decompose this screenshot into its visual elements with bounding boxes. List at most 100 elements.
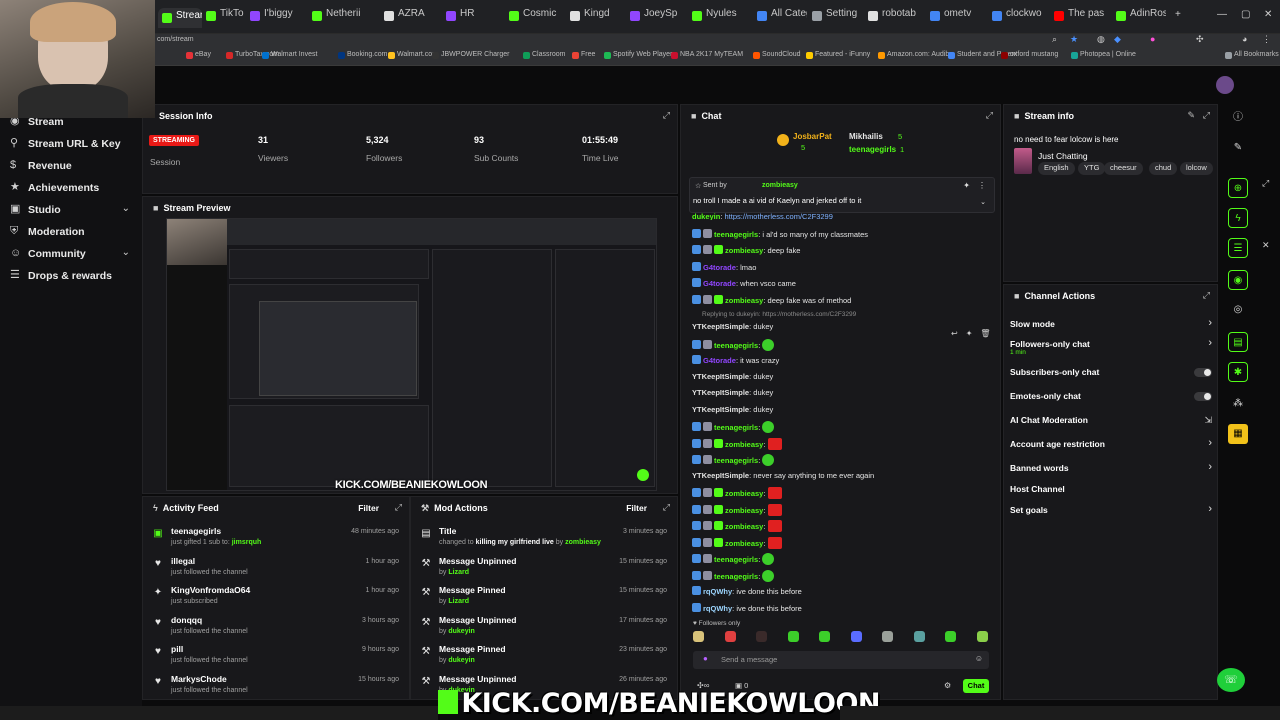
- emote-quick-bar[interactable]: [693, 631, 993, 645]
- browser-tab[interactable]: TikTo: [206, 8, 256, 28]
- avatar[interactable]: [1216, 76, 1234, 94]
- chat-username[interactable]: YTKeepItSimple: [692, 322, 749, 331]
- chat-bubble-icon[interactable]: ◉: [1228, 270, 1248, 290]
- emoji-icon[interactable]: ☺: [975, 654, 983, 663]
- pinned-message[interactable]: ☆ Sent by zombieasy no troll I made a ai…: [689, 177, 995, 213]
- chevron-right-icon[interactable]: ›: [1208, 337, 1212, 349]
- browser-tab[interactable]: Cosmic: [509, 8, 559, 28]
- chat-message[interactable]: rqQWhy: ive done this before: [692, 602, 802, 617]
- stream-tag[interactable]: YTG: [1078, 162, 1106, 175]
- sidebar-item-revenue[interactable]: $ Revenue: [0, 156, 142, 178]
- chat-message[interactable]: G4torade: it was crazy: [692, 355, 779, 369]
- chat-message[interactable]: G4torade: when vsco came: [692, 278, 796, 292]
- chat-username[interactable]: teenagegirls: [714, 341, 758, 350]
- activity-user[interactable]: MarkysChode: [171, 674, 227, 684]
- menu-kebab-icon[interactable]: ⋮: [978, 181, 986, 190]
- channel-action-followers-only-chat[interactable]: Followers-only chat 1 min ›: [1010, 336, 1215, 356]
- browser-tab[interactable]: The pass: [1054, 8, 1104, 28]
- emote-icon[interactable]: [724, 631, 736, 642]
- chat-message[interactable]: teenagegirls:: [692, 338, 775, 353]
- chevron-down-icon[interactable]: ⌄: [122, 247, 130, 258]
- extension-icon[interactable]: ◍: [1097, 34, 1105, 45]
- mod-action-row[interactable]: ⚒ Message Unpinned by Lizard 15 minutes ago: [411, 554, 677, 583]
- stream-tag[interactable]: cheesur: [1104, 162, 1143, 175]
- chevron-down-icon[interactable]: ⌄: [122, 203, 130, 214]
- plus-icon[interactable]: +: [1175, 9, 1181, 20]
- stream-preview-video[interactable]: [166, 218, 657, 491]
- x-close-icon[interactable]: ✕: [1262, 240, 1270, 251]
- browser-tab[interactable]: robotab: [868, 8, 918, 28]
- pin-icon[interactable]: ✦: [963, 181, 970, 190]
- channel-action-host-channel[interactable]: Host Channel: [1010, 481, 1215, 501]
- bookmark-icon[interactable]: ▤: [1228, 332, 1248, 352]
- toggle-switch[interactable]: [1194, 392, 1212, 401]
- mod-action-row[interactable]: ⚒ Message Pinned by dukeyin 23 minutes ago: [411, 642, 677, 671]
- extension-icon[interactable]: ◆: [1114, 34, 1121, 45]
- address-bar[interactable]: com/stream ⌕ ★ ◍ ◆ ● ✣ ◕ ⋮: [0, 34, 1280, 48]
- zoom-icon[interactable]: ⌕: [1052, 34, 1057, 45]
- activity-row[interactable]: ✦ KingVonfromdaO64 just subscribed 1 hour a…: [143, 583, 409, 612]
- mod-action-row[interactable]: ▤ Title changed to killing my girlfriend l…: [411, 524, 677, 553]
- message-actions-toolbar[interactable]: ↩✦🗑: [951, 329, 999, 338]
- activity-row[interactable]: ♥ illegal just followed the channel 1 hour …: [143, 554, 409, 583]
- emote-icon[interactable]: [882, 631, 893, 642]
- chat-username[interactable]: zombieasy: [725, 246, 763, 255]
- chat-username[interactable]: teenagegirls: [714, 230, 758, 239]
- bookmark-item[interactable]: Classroom: [523, 51, 565, 59]
- mod-action-by[interactable]: dukeyin: [448, 657, 474, 664]
- edit-icon[interactable]: ✎: [1187, 110, 1195, 121]
- sidebar-item-achievements[interactable]: ★ Achievements: [0, 178, 142, 200]
- bookmark-item[interactable]: Featured - iFunny: [806, 51, 870, 59]
- emote-icon[interactable]: [976, 631, 988, 642]
- info-icon[interactable]: ⓘ: [1228, 108, 1248, 128]
- chat-message[interactable]: zombieasy:: [692, 437, 782, 452]
- bookmark-star-icon[interactable]: ★: [1070, 34, 1078, 45]
- toggle-switch[interactable]: [1194, 368, 1212, 377]
- mod-action-by[interactable]: Lizard: [448, 569, 469, 576]
- chat-message[interactable]: teenagegirls:: [692, 421, 775, 435]
- browser-tab[interactable]: AdinRos: [1116, 8, 1166, 28]
- filter-button[interactable]: Filter: [626, 503, 647, 513]
- leaderboard-user[interactable]: teenagegirls: [849, 145, 896, 154]
- puzzle-icon[interactable]: ✣: [1196, 34, 1204, 45]
- activity-row[interactable]: ♥ MarkysChode just followed the channel 15 …: [143, 672, 409, 701]
- expand-icon[interactable]: ⤢: [663, 110, 670, 121]
- category-name[interactable]: Just Chatting: [1038, 151, 1088, 161]
- menu-kebab-icon[interactable]: ⋮: [1262, 34, 1271, 45]
- bookmark-item[interactable]: Walmart Invest: [262, 51, 317, 59]
- browser-tab[interactable]: JoeySp: [630, 8, 680, 28]
- emote-icon[interactable]: [945, 631, 956, 642]
- chat-message[interactable]: zombieasy:: [692, 487, 782, 501]
- support-chat-icon[interactable]: ☏: [1217, 668, 1245, 692]
- channel-action-ai-chat-moderation[interactable]: AI Chat Moderation ⇲: [1010, 412, 1215, 432]
- chat-username[interactable]: rqQWhy: [703, 604, 732, 613]
- chat-username[interactable]: zombieasy: [725, 506, 763, 515]
- sidebar-item-studio[interactable]: ▣ Studio ⌄: [0, 200, 142, 222]
- emote-icon[interactable]: [756, 631, 767, 642]
- expand-icon[interactable]: ⤢: [1203, 290, 1210, 301]
- bookmark-item[interactable]: oxford mustang: [1001, 51, 1058, 59]
- activity-user[interactable]: illegal: [171, 556, 195, 566]
- chat-username[interactable]: G4torade: [703, 263, 736, 272]
- emote-icon[interactable]: [693, 631, 704, 642]
- activity-user[interactable]: KingVonfromdaO64: [171, 585, 250, 595]
- pinned-user[interactable]: zombieasy: [762, 182, 798, 189]
- chat-message[interactable]: zombieasy:: [692, 520, 782, 534]
- external-link-icon[interactable]: ⇲: [1204, 415, 1212, 426]
- sidebar-item-drops-rewards[interactable]: ☰ Drops & rewards: [0, 266, 142, 288]
- chat-username[interactable]: zombieasy: [725, 440, 763, 449]
- browser-tab[interactable]: Setting: [812, 8, 862, 28]
- chat-username[interactable]: teenagegirls: [714, 456, 758, 465]
- channel-action-emotes-only-chat[interactable]: Emotes-only chat: [1010, 388, 1215, 408]
- chat-message[interactable]: teenagegirls: i al'd so many of my class…: [692, 228, 868, 243]
- browser-tab[interactable]: Kingd: [570, 8, 620, 28]
- chat-message[interactable]: YTKeepItSimple: dukey: [692, 322, 773, 336]
- channel-action-banned-words[interactable]: Banned words ›: [1010, 460, 1215, 480]
- chat-message[interactable]: zombieasy: deep fake: [692, 245, 800, 259]
- chat-message[interactable]: zombieasy: deep fake was of method: [692, 294, 851, 309]
- bookmark-item[interactable]: NBA 2K17 MyTEAM: [671, 51, 743, 59]
- stream-tag[interactable]: lolcow: [1180, 162, 1213, 175]
- mod-action-row[interactable]: ⚒ Message Pinned by Lizard 15 minutes ago: [411, 583, 677, 612]
- channel-action-subscribers-only-chat[interactable]: Subscribers-only chat: [1010, 364, 1215, 384]
- chevron-right-icon[interactable]: ›: [1208, 317, 1212, 329]
